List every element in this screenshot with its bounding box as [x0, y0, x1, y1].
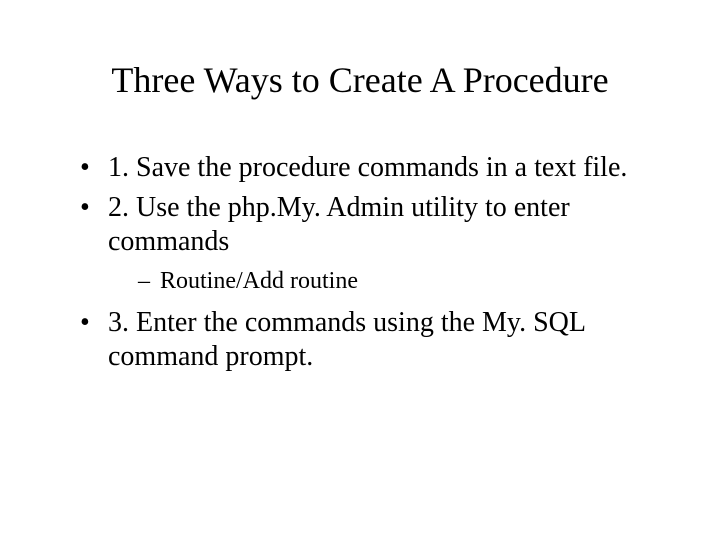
slide: Three Ways to Create A Procedure 1. Save…: [0, 0, 720, 540]
sub-bullet-text: Routine/Add routine: [160, 268, 358, 294]
bullet-text: 3. Enter the commands using the My. SQL …: [108, 307, 585, 372]
bullet-list: 1. Save the procedure commands in a text…: [60, 151, 660, 373]
bullet-item-2: 2. Use the php.My. Admin utility to ente…: [80, 191, 640, 296]
bullet-text: 1. Save the procedure commands in a text…: [108, 152, 627, 183]
bullet-item-3: 3. Enter the commands using the My. SQL …: [80, 306, 640, 373]
bullet-item-1: 1. Save the procedure commands in a text…: [80, 151, 640, 185]
sub-bullet-list: Routine/Add routine: [108, 266, 640, 296]
slide-title: Three Ways to Create A Procedure: [60, 60, 660, 101]
bullet-text: 2. Use the php.My. Admin utility to ente…: [108, 192, 570, 257]
sub-bullet-item-1: Routine/Add routine: [138, 266, 640, 296]
